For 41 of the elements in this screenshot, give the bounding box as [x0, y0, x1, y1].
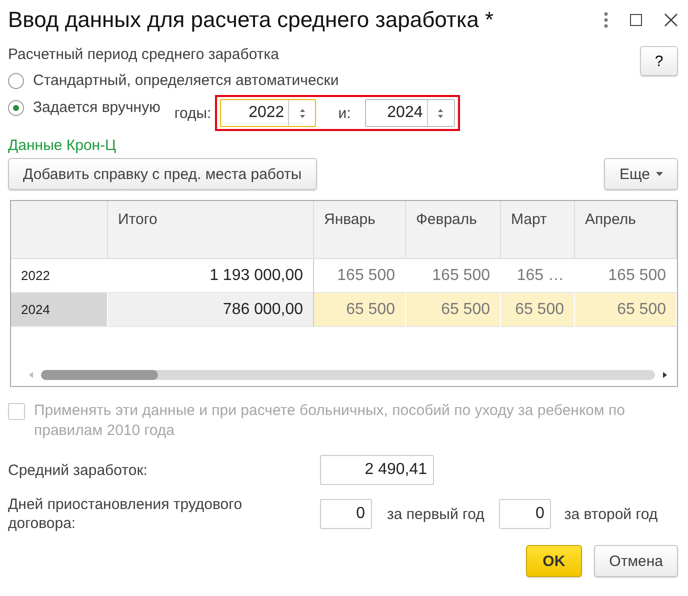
more-button[interactable]: Еще	[604, 158, 678, 190]
year-field[interactable]: 2024	[364, 99, 455, 127]
maximize-icon[interactable]	[630, 14, 642, 26]
scroll-right-icon[interactable]	[663, 372, 667, 378]
suspension-label: Дней приостановления трудового договора:	[8, 495, 244, 533]
column-header[interactable]: Март	[501, 201, 575, 259]
cancel-button[interactable]: Отмена	[594, 545, 678, 577]
period-label: Расчетный период среднего заработка	[8, 46, 279, 63]
horizontal-scrollbar[interactable]	[41, 370, 655, 380]
ok-button[interactable]: OK	[526, 545, 582, 577]
average-earnings-label: Средний заработок:	[8, 462, 148, 478]
add-button[interactable]: Добавить справку с пред. места работы	[8, 158, 317, 190]
table-cell: 65 500	[406, 293, 501, 327]
average-earnings-field[interactable]: 2 490,41	[320, 455, 434, 485]
window-title: Ввод данных для расчета среднего заработка *	[8, 7, 495, 33]
caret-icon	[656, 172, 663, 176]
second-year-field[interactable]: 0	[499, 499, 552, 529]
year-field[interactable]: 2022	[220, 99, 316, 127]
column-header[interactable]: Февраль	[406, 201, 501, 259]
table-cell: 65 500	[501, 293, 575, 327]
table-cell: 65 500	[575, 293, 677, 327]
second-year-label: за второй год	[564, 506, 658, 522]
first-year-field[interactable]: 0	[320, 499, 372, 529]
checkbox-label: Применять эти данные и при расчете больничных, пособий по уходу за ребенком по правилам 2010 года	[34, 401, 626, 441]
table-cell: 786 000,00	[108, 293, 314, 327]
years-label: годы:	[174, 104, 212, 122]
separator-label: и:	[338, 104, 351, 122]
radio-label: Задается вручную	[33, 99, 160, 116]
scroll-left-icon[interactable]	[29, 372, 33, 378]
column-header[interactable]: Январь	[314, 201, 406, 259]
radio-option[interactable]: Задается вручную	[8, 99, 160, 116]
row-header[interactable]: 2024	[11, 293, 108, 327]
table-cell: 65 500	[314, 293, 406, 327]
more-icon[interactable]	[604, 12, 608, 28]
column-header[interactable]: Апрель	[575, 201, 677, 259]
column-header[interactable]: Итого	[108, 201, 314, 259]
first-year-label: за первый год	[387, 506, 484, 522]
source-link[interactable]: Данные Крон-Ц	[8, 137, 116, 154]
table-cell: 1 193 000,00	[108, 259, 314, 293]
close-icon[interactable]	[664, 13, 678, 27]
help-button[interactable]: ?	[640, 46, 678, 76]
